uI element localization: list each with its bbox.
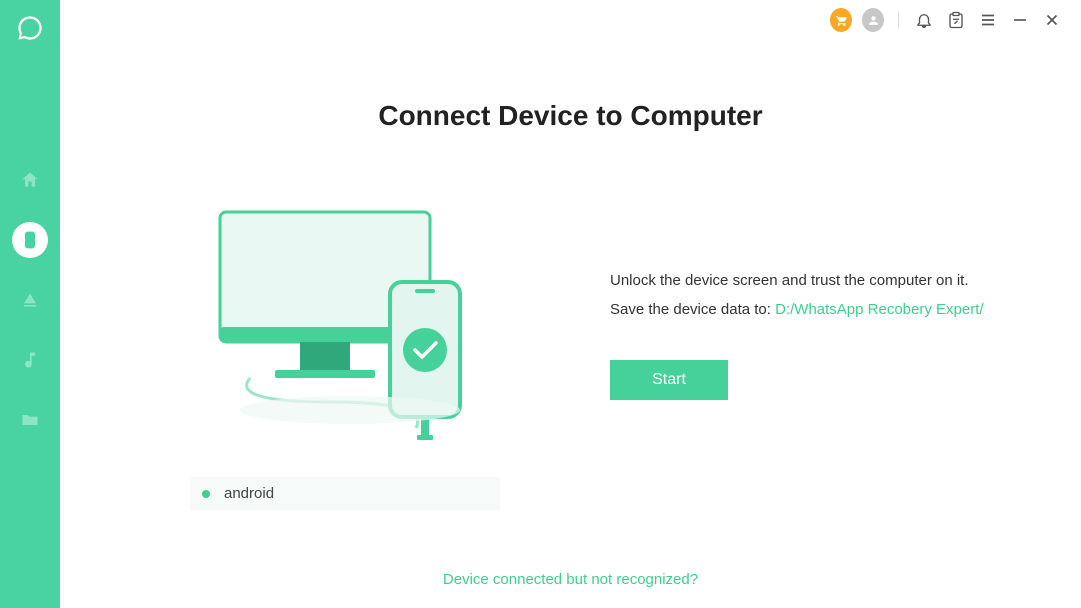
- sidebar-item-music[interactable]: [12, 342, 48, 378]
- save-path-link[interactable]: D:/WhatsApp Recobery Expert/: [775, 301, 983, 318]
- device-illustration: android: [190, 192, 500, 510]
- instruction-line-2: Save the device data to: D:/WhatsApp Rec…: [610, 296, 984, 325]
- sidebar-item-folder[interactable]: [12, 402, 48, 438]
- device-label: android: [224, 485, 274, 502]
- start-button[interactable]: Start: [610, 360, 728, 400]
- sidebar-item-home[interactable]: [12, 162, 48, 198]
- footer-help-link[interactable]: Device connected but not recognized?: [60, 571, 1081, 588]
- sidebar-item-device[interactable]: [12, 222, 48, 258]
- sidebar-item-cloud[interactable]: [12, 282, 48, 318]
- instructions: Unlock the device screen and trust the c…: [610, 192, 984, 400]
- status-dot-icon: [202, 490, 210, 498]
- page-title: Connect Device to Computer: [60, 100, 1081, 132]
- device-selector[interactable]: android: [190, 477, 500, 510]
- sidebar: [0, 0, 60, 608]
- save-path-prefix: Save the device data to:: [610, 301, 775, 318]
- whatsapp-logo-icon: [16, 14, 44, 42]
- main-content: Connect Device to Computer: [60, 0, 1081, 608]
- content-row: android Unlock the device screen and tru…: [60, 192, 1081, 510]
- instruction-line-1: Unlock the device screen and trust the c…: [610, 267, 984, 296]
